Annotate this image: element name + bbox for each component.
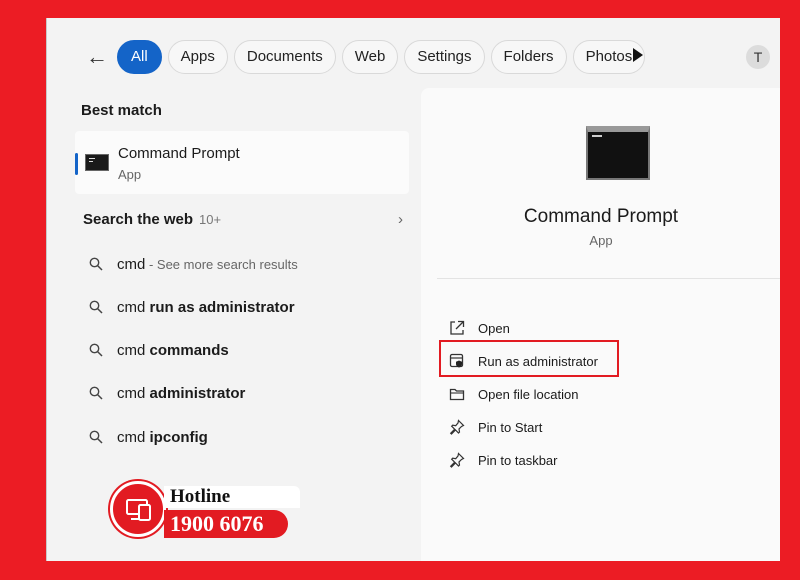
pin-icon: [449, 452, 465, 468]
web-suggestion-text: cmd - See more search results: [117, 256, 298, 273]
web-result-count: 10+: [199, 212, 222, 227]
web-suggestion-text: cmd administrator: [117, 385, 246, 402]
action-label: Pin to Start: [478, 420, 543, 435]
open-external-icon: [450, 320, 465, 335]
command-prompt-large-icon: [586, 126, 650, 180]
arrow-left-icon: ←: [86, 44, 108, 69]
action-label: Open file location: [478, 387, 579, 402]
search-icon: [89, 257, 103, 271]
filter-bar: ← All Apps Documents Web Settings Folder…: [47, 40, 780, 74]
web-suggestion-item[interactable]: cmd - See more search results: [83, 250, 403, 280]
hotline-badge[interactable]: Hotline 1900 6076: [104, 479, 300, 543]
highlight-annotation: [439, 340, 619, 377]
search-icon: [89, 300, 103, 314]
action-pin-to-taskbar[interactable]: Pin to taskbar: [447, 446, 647, 476]
web-suggestion-item[interactable]: cmd commands: [83, 336, 403, 366]
web-suggestion-item[interactable]: cmd ipconfig: [83, 423, 403, 453]
preview-app-type: App: [589, 233, 613, 248]
action-label: Open: [478, 321, 510, 336]
best-match-result[interactable]: Command Prompt App: [75, 131, 409, 194]
tab-web[interactable]: Web: [341, 40, 399, 74]
play-icon: [633, 48, 643, 62]
web-suggestion-text: cmd ipconfig: [117, 429, 208, 446]
selection-indicator: [75, 153, 78, 175]
folder-icon: [449, 388, 465, 401]
avatar[interactable]: T: [746, 45, 770, 69]
best-match-name: Command Prompt: [118, 145, 240, 162]
pin-icon: [449, 419, 465, 435]
tab-settings[interactable]: Settings: [404, 40, 485, 74]
web-suggestion-item[interactable]: cmd run as administrator: [83, 293, 403, 323]
best-match-heading: Best match: [81, 102, 162, 119]
chevron-right-icon: ›: [398, 211, 403, 228]
action-open-file-location[interactable]: Open file location: [447, 380, 647, 410]
web-suggestion-text: cmd run as administrator: [117, 299, 295, 316]
search-icon: [89, 430, 103, 444]
best-match-type: App: [118, 167, 142, 182]
search-the-web-heading: Search the web: [83, 211, 194, 228]
more-filters-button[interactable]: [633, 48, 647, 64]
computer-support-icon: [110, 481, 166, 537]
action-pin-to-start[interactable]: Pin to Start: [447, 413, 647, 443]
tab-folders[interactable]: Folders: [490, 40, 567, 74]
hotline-number: 1900 6076: [164, 510, 288, 538]
web-suggestion-item[interactable]: cmd administrator: [83, 379, 403, 409]
search-icon: [89, 343, 103, 357]
hotline-label: Hotline: [164, 486, 300, 508]
result-preview-panel: Command Prompt App Open Run as administr…: [421, 88, 780, 561]
search-icon: [89, 386, 103, 400]
back-button[interactable]: ←: [83, 44, 111, 72]
preview-app-name: Command Prompt: [523, 206, 679, 227]
divider: [437, 278, 780, 279]
action-label: Pin to taskbar: [478, 453, 558, 468]
search-the-web-header[interactable]: Search the web 10+ ›: [83, 211, 403, 235]
tab-apps[interactable]: Apps: [167, 40, 228, 74]
command-prompt-icon: [85, 154, 109, 171]
tab-documents[interactable]: Documents: [233, 40, 336, 74]
filter-tabs: All Apps Documents Web Settings Folders …: [117, 40, 646, 74]
start-search-window: ← All Apps Documents Web Settings Folder…: [46, 18, 780, 561]
web-suggestion-text: cmd commands: [117, 342, 229, 359]
tab-all[interactable]: All: [117, 40, 162, 74]
